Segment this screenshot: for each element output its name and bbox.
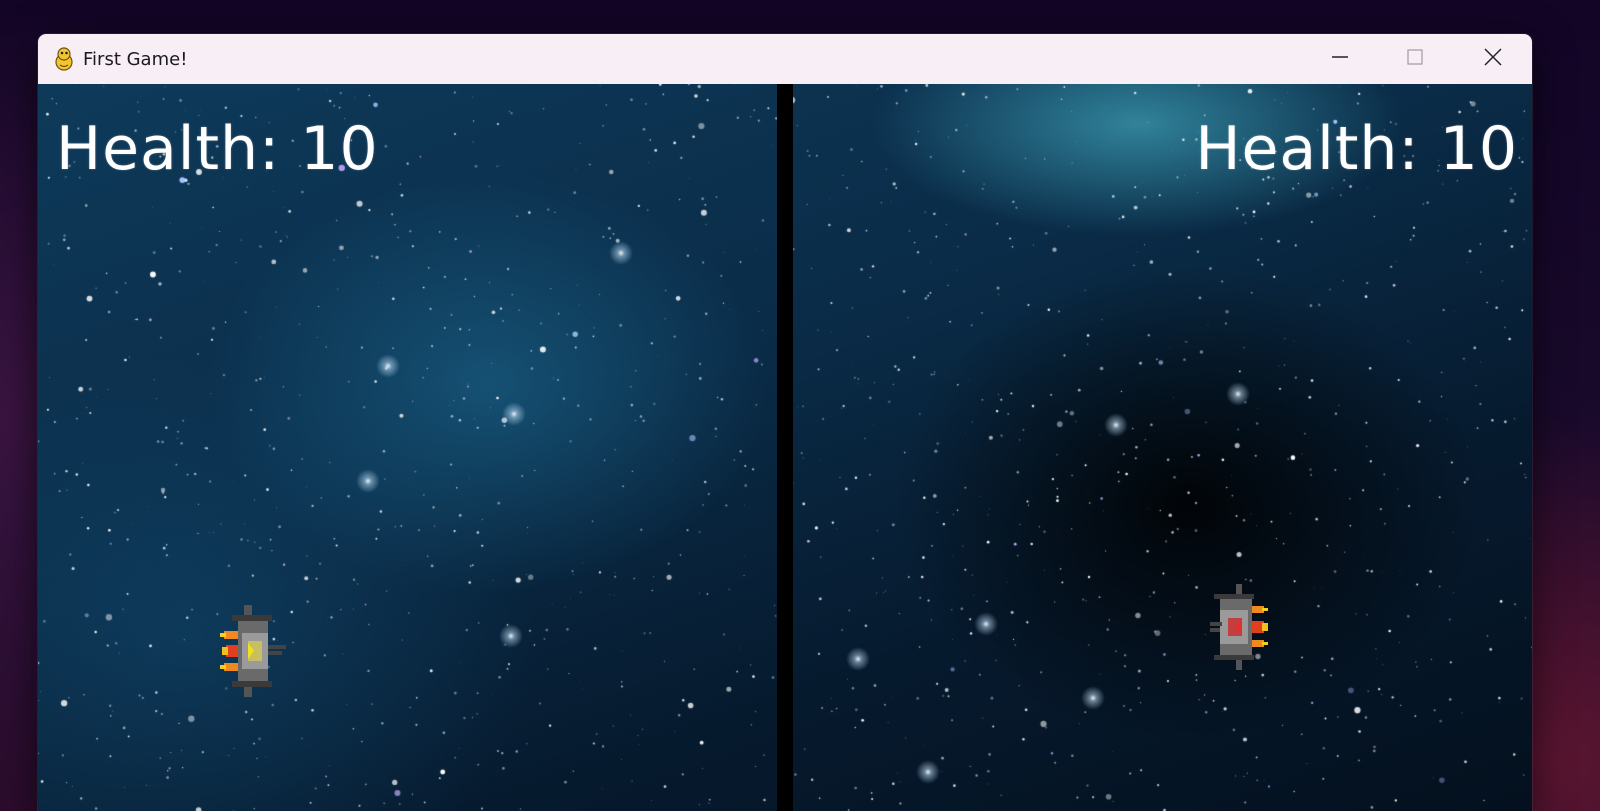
minimize-icon	[1332, 56, 1348, 58]
close-icon	[1484, 48, 1502, 66]
close-button[interactable]	[1458, 34, 1528, 80]
right-player-health: Health: 10	[1195, 114, 1518, 184]
maximize-icon	[1407, 49, 1423, 65]
title-bar[interactable]: First Game!	[38, 34, 1532, 84]
center-divider	[777, 84, 793, 811]
game-window: First Game! Health: 10 Health: 10	[38, 34, 1532, 811]
python-snake-icon	[55, 47, 73, 71]
yellow-spaceship-icon	[220, 605, 286, 697]
minimize-button[interactable]	[1305, 34, 1375, 80]
window-title: First Game!	[83, 48, 188, 70]
red-spaceship-icon	[1210, 584, 1268, 670]
maximize-button[interactable]	[1380, 34, 1450, 80]
game-canvas[interactable]: Health: 10 Health: 10	[38, 84, 1532, 811]
left-player-health: Health: 10	[56, 114, 379, 184]
